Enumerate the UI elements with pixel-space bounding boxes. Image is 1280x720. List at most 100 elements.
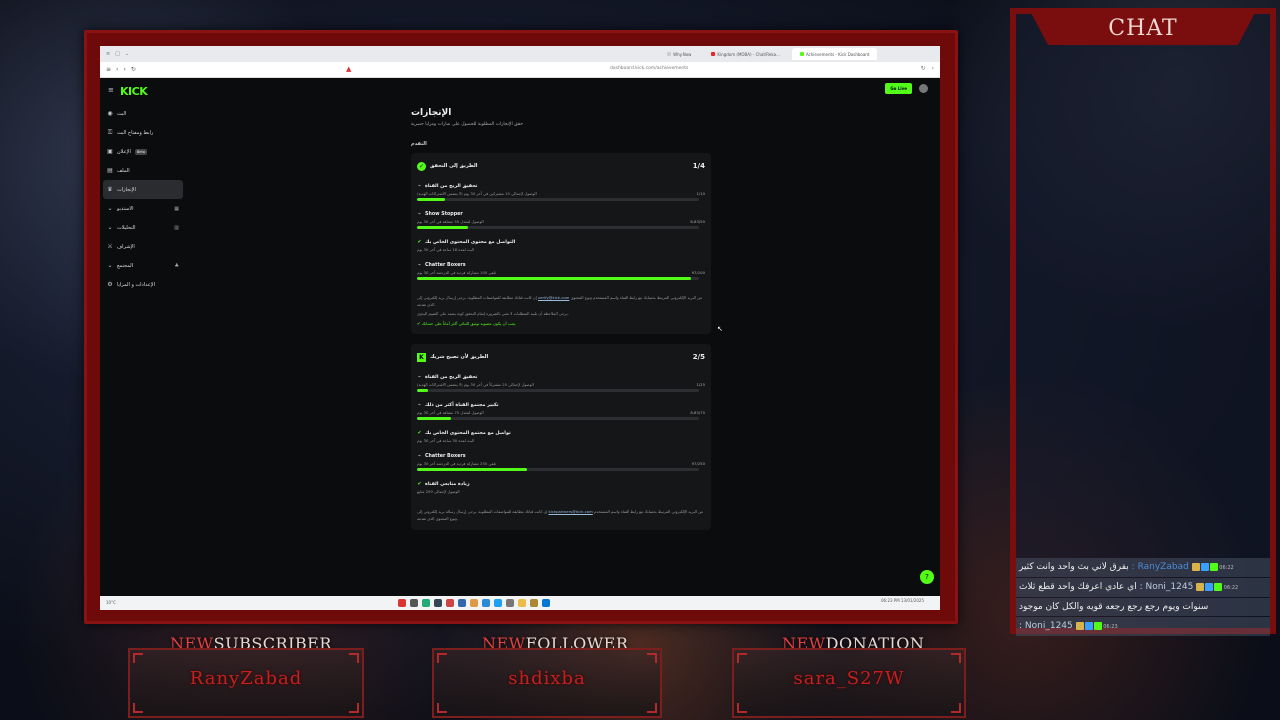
progress-bar bbox=[417, 198, 699, 201]
app-icon-7[interactable] bbox=[470, 599, 478, 607]
chat-message: 06:22 Noni_1245 : اي عادي اعرفك واحد قطع… bbox=[1016, 578, 1270, 597]
tab-2-label: Kingdom (MOBA) - Chat/Reka... bbox=[717, 51, 780, 57]
sidebar-item-4[interactable]: ♛ الإنجازات bbox=[103, 180, 183, 199]
card-title-text: الطريق إلى التحقق bbox=[430, 163, 478, 169]
sidebar-item-8[interactable]: ⌄ المجتمع ♣ bbox=[103, 256, 183, 275]
taskbar-apps bbox=[398, 599, 550, 607]
chat-title: CHAT bbox=[1108, 15, 1178, 41]
verified-check-icon: ✓ bbox=[417, 161, 426, 171]
forward-icon[interactable]: › bbox=[123, 66, 125, 73]
app-icon-8[interactable] bbox=[482, 599, 490, 607]
alert-username: RanyZabad bbox=[189, 668, 303, 689]
ad-icon: ▣ bbox=[107, 148, 113, 155]
app-icon-5[interactable] bbox=[446, 599, 454, 607]
corner-ornament bbox=[951, 653, 961, 663]
progress-fill bbox=[417, 198, 446, 201]
hamburger-icon[interactable]: ≡ bbox=[108, 86, 114, 94]
goal-description: تلقي 250 مشاركة فردية في الدردشة آخر 30 … bbox=[417, 461, 496, 466]
corner-ornament bbox=[647, 703, 657, 713]
sidebar-item-label: التحليلات bbox=[117, 224, 136, 231]
kick-logo[interactable]: KICK bbox=[120, 85, 148, 98]
tab-2[interactable]: Kingdom (MOBA) - Chat/Reka... bbox=[703, 48, 787, 60]
card-count: 2/5 bbox=[692, 353, 705, 361]
sidebar-item-label: الإنجازات bbox=[117, 186, 136, 193]
goal-title-text: تواصل مع مجتمع المحتوى الخاص بك bbox=[425, 430, 511, 436]
page-title: الإنجازات bbox=[411, 108, 452, 118]
beta-badge: Beta bbox=[134, 148, 147, 155]
tab-3[interactable]: Achievements - Kick Dashboard bbox=[791, 48, 878, 60]
sidebar-item-3[interactable]: ▤ الملف bbox=[103, 161, 183, 180]
email-link[interactable]: kickpartners@kick.com bbox=[549, 509, 593, 514]
menu-icon[interactable]: ≡ bbox=[106, 66, 111, 73]
tab-1[interactable]: Why.Now bbox=[659, 48, 699, 60]
check-icon: ✔ bbox=[417, 481, 422, 487]
corner-ornament bbox=[133, 653, 143, 663]
help-chat-icon[interactable]: ? bbox=[920, 570, 934, 584]
sidebar-item-label: الاستديو bbox=[117, 205, 134, 212]
sidebar-item-9[interactable]: ⚙ الإعدادات و المزايا bbox=[103, 275, 183, 294]
chat-message: 06:22 RanyZabad : بفرق لاني بث واحد وانت… bbox=[1016, 558, 1270, 577]
windows-start-icon[interactable] bbox=[542, 599, 550, 607]
sidebar-item-label: البث bbox=[117, 110, 127, 117]
sidebar-item-6[interactable]: ⌄ التحليلات ▥ bbox=[103, 218, 183, 237]
email-link[interactable]: verify@kick.com bbox=[538, 295, 569, 300]
card-note-secondary: يرجى الملاحظة أن تلبية المتطلبات لا تعني… bbox=[417, 311, 569, 316]
reload-icon[interactable]: ↻ bbox=[131, 66, 136, 73]
weather-widget[interactable]: 10°C bbox=[106, 600, 116, 605]
badge-icon bbox=[1191, 562, 1200, 571]
warning-icon[interactable]: ▲ bbox=[346, 65, 351, 73]
app-icon-3[interactable] bbox=[422, 599, 430, 607]
goal-item: ✔ زيادة متابعي القناة الوصول لإجمالي 250 م… bbox=[417, 481, 705, 494]
chat-text: سنوات ويوم رجع رجع رجعه قويه والكل كان م… bbox=[1019, 602, 1209, 612]
goal-details: الوصول لإجمالي 10 مشتركين في آخر 30 يوم … bbox=[417, 191, 705, 196]
chat-username: Noni_1245 : bbox=[1019, 621, 1076, 631]
sidebar-item-label-wrap: ⚿ رابط ومفتاح البث bbox=[107, 129, 154, 137]
corner-ornament bbox=[437, 703, 447, 713]
nav-buttons[interactable]: ≡ ‹ › ↻ bbox=[106, 66, 136, 73]
badge-icon bbox=[1084, 621, 1093, 630]
app-icon-11[interactable] bbox=[518, 599, 526, 607]
forward-nav-icon[interactable]: › bbox=[932, 65, 934, 72]
app-icon-12[interactable] bbox=[530, 599, 538, 607]
app-icon-4[interactable] bbox=[434, 599, 442, 607]
studio-icon-secondary: ▦ bbox=[174, 205, 179, 212]
app-icon-2[interactable] bbox=[410, 599, 418, 607]
chat-username: RanyZabad : bbox=[1128, 562, 1192, 572]
sidebar-item-label-wrap: ⚙ الإعدادات و المزايا bbox=[107, 281, 155, 288]
sidebar-item-2[interactable]: ▣ الإعلان Beta bbox=[103, 142, 183, 161]
sidebar-item-0[interactable]: ◉ البث bbox=[103, 104, 183, 123]
chat-username: Noni_1245 : bbox=[1136, 582, 1197, 592]
sidebar-item-1[interactable]: ⚿ رابط ومفتاح البث bbox=[103, 123, 183, 142]
app-icon-1[interactable] bbox=[398, 599, 406, 607]
file-icon: ▤ bbox=[107, 167, 113, 174]
goal-description: الوصول لإجمالي 10 مشتركين في آخر 30 يوم … bbox=[417, 191, 537, 196]
app-icon-6[interactable] bbox=[458, 599, 466, 607]
refresh-icon[interactable]: ↻ bbox=[921, 65, 926, 72]
sidebar-item-label: الملف bbox=[117, 167, 130, 174]
card-note: إن كانت قناتك مطابقة للمواصفات المطلوبة،… bbox=[417, 508, 705, 522]
trophy-icon: ♛ bbox=[107, 186, 113, 193]
page-subtitle: حقق الإنجازات المطلوبة للحصول على شارات … bbox=[411, 122, 523, 127]
corner-ornament bbox=[647, 653, 657, 663]
back-icon[interactable]: ‹ bbox=[116, 66, 118, 73]
card-title-text: الطريق لأن تصبح شريك bbox=[430, 354, 489, 360]
badge-icon bbox=[1200, 562, 1209, 571]
chat-header: CHAT bbox=[1030, 11, 1256, 45]
avatar[interactable] bbox=[919, 84, 928, 93]
progress-bar bbox=[417, 389, 699, 392]
app-icon-9[interactable] bbox=[494, 599, 502, 607]
chat-badges bbox=[1196, 582, 1223, 591]
tab-controls[interactable]: ≡ □ ⌄ bbox=[106, 51, 129, 57]
section-label: التقدم bbox=[411, 141, 427, 147]
sidebar-item-label-wrap: ⌄ التحليلات bbox=[107, 224, 136, 231]
sidebar-item-7[interactable]: ⚔ الإشراف bbox=[103, 237, 183, 256]
goal-description: الوصول لمعدل 50 مشاهد في آخر 30 يوم bbox=[417, 219, 484, 224]
app-icon-10[interactable] bbox=[506, 599, 514, 607]
note-text: إن كانت قناتك مطابقة للمواصفات المطلوبة،… bbox=[417, 295, 538, 300]
card-note-green: ✔ يجب أن يكون عضوية توثيق الثنائي أكثر أ… bbox=[417, 321, 516, 326]
sidebar-item-5[interactable]: ⌄ الاستديو ▦ bbox=[103, 199, 183, 218]
progress-fill bbox=[417, 389, 429, 392]
go-live-button[interactable]: Go Live bbox=[885, 83, 912, 94]
goal-item: ⌁ تحقيق الربح من القناة الوصول لإجمالي 10 … bbox=[417, 183, 705, 201]
url-field[interactable]: dashboard.kick.com/achievements bbox=[610, 66, 688, 71]
